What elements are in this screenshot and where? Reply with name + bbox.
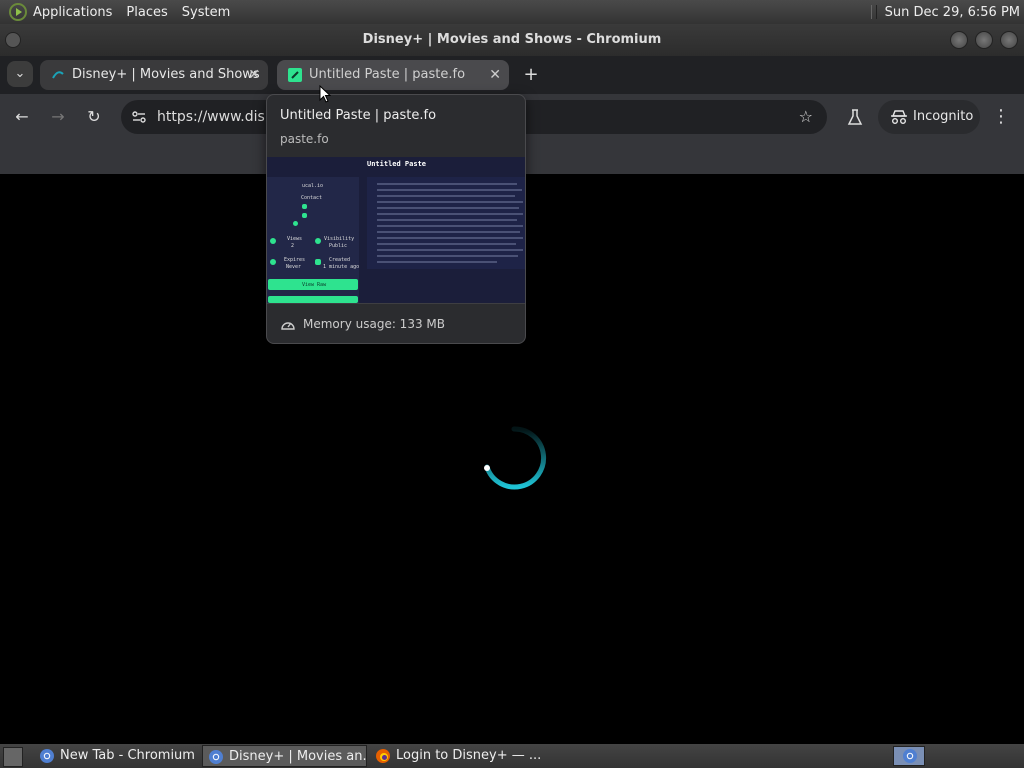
thumb-contact: Contact <box>301 195 323 201</box>
tab-paste[interactable]: Untitled Paste | paste.fo ✕ <box>277 60 509 90</box>
tab-preview-thumbnail: Untitled Paste ucal.io Contact Views 2 V… <box>267 157 525 303</box>
hover-card-domain: paste.fo <box>280 132 329 146</box>
forward-button[interactable]: → <box>45 104 71 130</box>
thumb-view-raw-button: View Raw <box>268 279 358 290</box>
taskbar-item-disney-chromium[interactable]: Disney+ | Movies an... <box>202 745 367 767</box>
back-button[interactable]: ← <box>9 104 35 130</box>
thumb-contact-icon <box>302 204 307 209</box>
maximize-button[interactable] <box>975 31 993 49</box>
menu-applications[interactable]: Applications <box>33 5 112 20</box>
thumb-side-label: ucal.io <box>302 183 324 189</box>
chromium-icon <box>903 749 917 763</box>
reload-button[interactable]: ↻ <box>81 104 107 130</box>
window-title-bar[interactable]: Disney+ | Movies and Shows - Chromium <box>0 24 1024 56</box>
tab-hover-card: Untitled Paste | paste.fo paste.fo Untit… <box>266 94 526 344</box>
distro-logo-icon[interactable] <box>9 3 27 21</box>
memory-gauge-icon <box>281 322 295 330</box>
incognito-button[interactable]: Incognito <box>878 100 980 134</box>
mouse-cursor-icon <box>319 85 331 103</box>
chromium-icon <box>209 750 223 764</box>
thumb-contact-icon <box>302 213 307 218</box>
thumb-contact-icon <box>293 221 298 226</box>
thumb-visibility-value: Public <box>329 243 348 249</box>
new-tab-button[interactable]: + <box>520 60 542 90</box>
thumb-views-label: Views <box>287 236 303 242</box>
menu-places[interactable]: Places <box>126 5 167 20</box>
thumb-created-value: 1 minute ago <box>323 264 360 270</box>
window-title: Disney+ | Movies and Shows - Chromium <box>362 32 662 47</box>
tab-close-icon[interactable]: ✕ <box>248 60 260 90</box>
thumb-code-area <box>367 177 525 269</box>
url-text[interactable]: https://www.disn <box>157 100 274 134</box>
thumb-button-label: View Raw <box>302 282 327 288</box>
thumb-heading: Untitled Paste <box>367 160 427 168</box>
tab-disney[interactable]: Disney+ | Movies and Shows ✕ <box>40 60 268 90</box>
thumb-sidebar: ucal.io Contact Views 2 Visibility Publi… <box>267 177 359 303</box>
thumb-created-icon <box>315 259 321 265</box>
bookmark-star-icon[interactable]: ☆ <box>799 100 813 134</box>
tab-close-icon[interactable]: ✕ <box>489 60 501 90</box>
taskbar-item-firefox-login[interactable]: Login to Disney+ — ... <box>370 745 540 767</box>
disney-favicon-icon <box>52 71 64 79</box>
tab-title: Disney+ | Movies and Shows <box>72 67 260 82</box>
panel-separator <box>870 5 877 19</box>
tab-title: Untitled Paste | paste.fo <box>309 67 466 82</box>
thumb-expires-label: Expires <box>284 257 306 263</box>
clock[interactable]: Sun Dec 29, 6:56 PM <box>885 5 1020 20</box>
menu-system[interactable]: System <box>182 5 230 20</box>
thumb-views-icon <box>270 238 276 244</box>
incognito-icon <box>891 110 907 124</box>
window-menu-button[interactable] <box>5 32 21 48</box>
tab-strip: ⌄ Disney+ | Movies and Shows ✕ Untitled … <box>0 56 1024 94</box>
hover-card-title: Untitled Paste | paste.fo <box>280 108 437 123</box>
site-settings-icon[interactable] <box>131 109 147 125</box>
workspace-switcher[interactable] <box>893 746 925 766</box>
thumb-second-button <box>268 296 358 303</box>
thumb-visibility-label: Visibility <box>324 236 355 242</box>
chromium-icon <box>40 749 54 763</box>
thumb-created-label: Created <box>329 257 351 263</box>
show-desktop-button[interactable] <box>3 747 23 767</box>
taskbar-item-label: Login to Disney+ — ... <box>396 748 540 763</box>
close-window-button[interactable] <box>1000 31 1018 49</box>
taskbar-item-label: Disney+ | Movies an... <box>229 749 367 764</box>
firefox-icon <box>376 749 390 763</box>
loading-spinner-icon <box>484 426 547 490</box>
memory-usage-row: Memory usage: 133 MB <box>267 303 525 343</box>
tab-search-button[interactable]: ⌄ <box>7 61 33 87</box>
minimize-button[interactable] <box>950 31 968 49</box>
thumb-visibility-icon <box>315 238 321 244</box>
memory-usage-text: Memory usage: 133 MB <box>303 317 445 331</box>
browser-menu-button[interactable]: ⋮ <box>990 104 1012 130</box>
bottom-taskbar: New Tab - Chromium Disney+ | Movies an..… <box>0 744 1024 768</box>
taskbar-item-label: New Tab - Chromium <box>60 748 195 763</box>
taskbar-item-new-tab[interactable]: New Tab - Chromium <box>34 745 199 767</box>
thumb-expires-value: Never <box>286 264 302 270</box>
thumb-expires-icon <box>270 259 276 265</box>
system-top-panel: Applications Places System Sun Dec 29, 6… <box>0 0 1024 24</box>
paste-favicon-icon <box>288 68 302 82</box>
incognito-label: Incognito <box>913 109 974 124</box>
thumb-views-value: 2 <box>291 243 295 249</box>
labs-flask-icon[interactable] <box>843 104 867 130</box>
